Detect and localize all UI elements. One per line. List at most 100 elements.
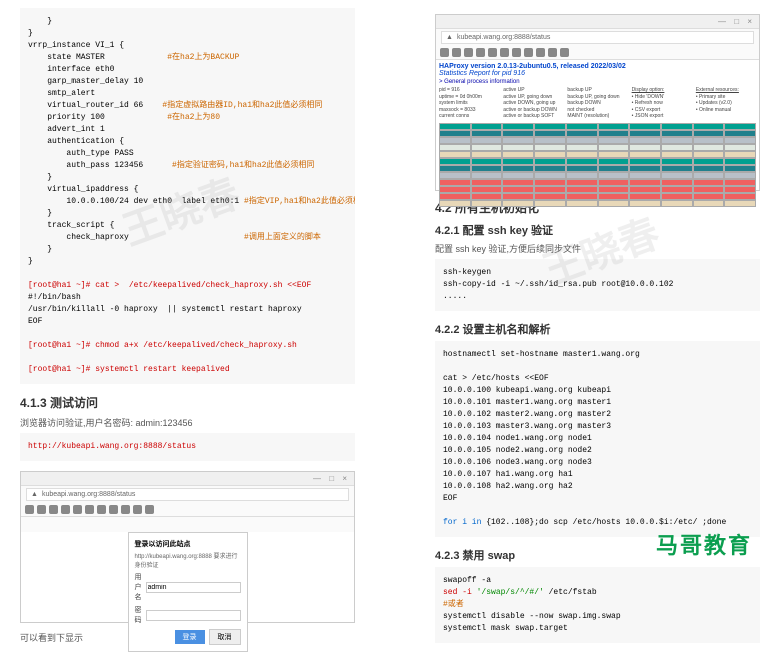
code-line: advert_int 1	[28, 125, 105, 134]
modal-desc: http://kubeapi.wang.org:8888 要求进行身份验证	[135, 551, 241, 569]
code-line: smtp_alert	[28, 89, 95, 98]
code-line: 10.0.0.103 master3.wang.org master3	[443, 422, 611, 431]
code-line: state MASTER	[28, 53, 105, 62]
code-line: 10.0.0.100/24 dev eth0 label eth0:1	[28, 197, 239, 206]
code-keyword: for i in	[443, 518, 481, 527]
code-comment: #调用上面定义的脚本	[244, 233, 321, 242]
toolbar-icon[interactable]	[476, 48, 485, 57]
haproxy-info-col: backup UPbackup UP, going downbackup DOW…	[567, 87, 627, 120]
code-line: sed -i	[443, 588, 477, 597]
code-comment: #指定虚拟路由器ID,ha1和ha2此值必须相同	[162, 101, 322, 110]
toolbar-icon[interactable]	[121, 505, 130, 514]
toolbar-icon[interactable]	[133, 505, 142, 514]
toolbar-icon[interactable]	[464, 48, 473, 57]
browser-address-bar[interactable]: ▲ kubeapi.wang.org:8888/status	[26, 488, 349, 501]
haproxy-info-col: active UPactive UP, going downactive DOW…	[503, 87, 563, 120]
code-line: }	[28, 257, 33, 266]
code-line: auth_type PASS	[28, 149, 134, 158]
code-line: }	[28, 17, 52, 26]
haproxy-browser-window: — □ × ▲ kubeapi.wang.org:8888/status HAP…	[435, 14, 760, 191]
code-line: }	[28, 209, 52, 218]
toolbar-icon[interactable]	[548, 48, 557, 57]
browser-toolbar	[436, 46, 759, 60]
haproxy-stats-table	[439, 123, 756, 207]
password-label: 密码	[135, 605, 146, 625]
code-line: systemctl mask swap.target	[443, 624, 568, 633]
code-line: EOF	[28, 317, 42, 326]
code-comment: #在ha2上为80	[167, 113, 220, 122]
ssh-key-block: ssh-keygen ssh-copy-id -i ~/.ssh/id_rsa.…	[435, 259, 760, 311]
code-line: vrrp_instance VI_1 {	[28, 41, 124, 50]
code-line: }	[28, 29, 33, 38]
haproxy-general-info: > General process information	[439, 79, 756, 85]
code-string: '/swap/s/^/#/'	[477, 588, 544, 597]
code-line: ssh-copy-id -i ~/.ssh/id_rsa.pub root@10…	[443, 280, 673, 289]
login-button[interactable]: 登录	[175, 630, 205, 644]
haproxy-info-col: pid = 916uptime = 0d 0h00msystem limitsm…	[439, 87, 499, 120]
modal-title: 登录以访问此站点	[135, 539, 241, 549]
toolbar-icon[interactable]	[49, 505, 58, 514]
code-line: 10.0.0.107 ha1.wang.org ha1	[443, 470, 573, 479]
code-line: hostnamectl set-hostname master1.wang.or…	[443, 350, 640, 359]
toolbar-icon[interactable]	[560, 48, 569, 57]
code-line: 10.0.0.101 master1.wang.org master1	[443, 398, 611, 407]
heading-4-1-3: 4.1.3 测试访问	[20, 394, 355, 411]
code-line: ssh-keygen	[443, 268, 491, 277]
haproxy-info-row: pid = 916uptime = 0d 0h00msystem limitsm…	[439, 87, 756, 120]
password-input[interactable]	[146, 610, 241, 621]
toolbar-icon[interactable]	[536, 48, 545, 57]
username-input[interactable]	[146, 582, 241, 593]
code-line: /etc/fstab	[544, 588, 597, 597]
browser-address-bar[interactable]: ▲ kubeapi.wang.org:8888/status	[441, 31, 754, 44]
code-line: 10.0.0.100 kubeapi.wang.org kubeapi	[443, 386, 611, 395]
code-line: virtual_router_id 66	[28, 101, 143, 110]
code-comment: #或者	[443, 600, 464, 609]
toolbar-icon[interactable]	[488, 48, 497, 57]
window-controls[interactable]: — □ ×	[718, 17, 755, 26]
toolbar-icon[interactable]	[109, 505, 118, 514]
code-line: 10.0.0.105 node2.wang.org node2	[443, 446, 592, 455]
toolbar-icon[interactable]	[25, 505, 34, 514]
code-line: track_script {	[28, 221, 114, 230]
code-line: {102..108};do scp /etc/hosts 10.0.0.$i:/…	[481, 518, 726, 527]
haproxy-version: HAProxy version 2.0.13-2ubuntu0.5, relea…	[439, 63, 756, 70]
url-display: kubeapi.wang.org:8888/status	[457, 34, 550, 41]
swap-block: swapoff -a sed -i '/swap/s/^/#/' /etc/fs…	[435, 567, 760, 643]
toolbar-icon[interactable]	[85, 505, 94, 514]
code-line: /usr/bin/killall -0 haproxy || systemctl…	[28, 305, 302, 314]
toolbar-icon[interactable]	[97, 505, 106, 514]
toolbar-icon[interactable]	[500, 48, 509, 57]
toolbar-icon[interactable]	[73, 505, 82, 514]
login-browser-window: — □ × ▲ kubeapi.wang.org:8888/status 登录以…	[20, 471, 355, 623]
toolbar-icon[interactable]	[452, 48, 461, 57]
code-line: EOF	[443, 494, 457, 503]
code-line: priority 100	[28, 113, 105, 122]
window-controls[interactable]: — □ ×	[313, 474, 350, 483]
code-line: [root@ha1 ~]# systemctl restart keepaliv…	[28, 365, 230, 374]
brand-logo: 马哥教育	[656, 528, 752, 560]
code-line: .....	[443, 292, 467, 301]
code-line: swapoff -a	[443, 576, 491, 585]
haproxy-stats-page: HAProxy version 2.0.13-2ubuntu0.5, relea…	[436, 60, 759, 190]
code-line: #!/bin/bash	[28, 293, 81, 302]
code-line: auth_pass 123456	[28, 161, 143, 170]
code-line: virtual_ipaddress {	[28, 185, 138, 194]
haproxy-info-col: Display option:• Hide 'DOWN'• Refresh no…	[632, 87, 692, 120]
toolbar-icon[interactable]	[61, 505, 70, 514]
code-line: interface eth0	[28, 65, 114, 74]
code-comment: #指定验证密码,ha1和ha2此值必须相同	[172, 161, 314, 170]
code-line: garp_master_delay 10	[28, 77, 143, 86]
toolbar-icon[interactable]	[524, 48, 533, 57]
url-display: kubeapi.wang.org:8888/status	[42, 491, 135, 498]
code-line: systemctl disable --now swap.img.swap	[443, 612, 621, 621]
auth-modal: 登录以访问此站点 http://kubeapi.wang.org:8888 要求…	[128, 532, 248, 652]
code-line: }	[28, 245, 52, 254]
browser-tab-bar[interactable]	[436, 15, 759, 29]
toolbar-icon[interactable]	[440, 48, 449, 57]
hosts-block: hostnamectl set-hostname master1.wang.or…	[435, 341, 760, 537]
toolbar-icon[interactable]	[145, 505, 154, 514]
toolbar-icon[interactable]	[512, 48, 521, 57]
cancel-button[interactable]: 取消	[209, 629, 241, 645]
browser-tab-bar[interactable]	[21, 472, 354, 486]
toolbar-icon[interactable]	[37, 505, 46, 514]
